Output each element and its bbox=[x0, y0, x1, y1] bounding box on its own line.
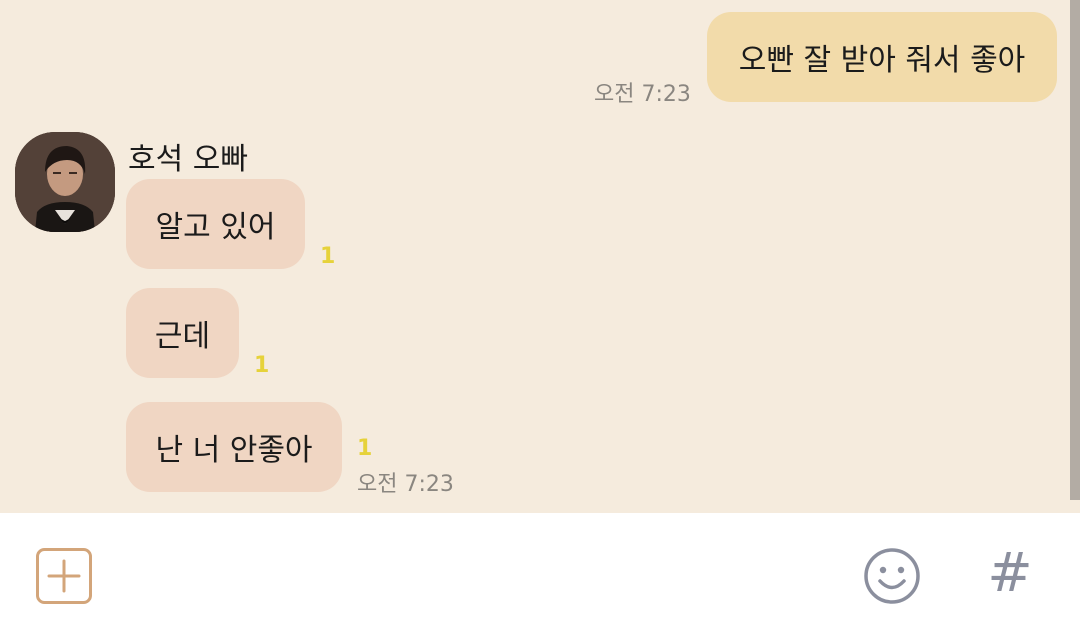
message-timestamp: 오전 7:23 bbox=[357, 472, 454, 497]
message-text: 알고 있어 bbox=[155, 210, 276, 245]
received-message-bubble[interactable]: 근데 bbox=[126, 288, 239, 378]
message-text: 오빤 잘 받아 줘서 좋아 bbox=[738, 43, 1026, 78]
sent-message-bubble[interactable]: 오빤 잘 받아 줘서 좋아 bbox=[707, 12, 1057, 102]
scrollbar[interactable] bbox=[1070, 0, 1080, 500]
emoji-button[interactable] bbox=[862, 546, 922, 606]
unread-count: 1 bbox=[254, 353, 270, 378]
unread-count: 1 bbox=[357, 436, 373, 461]
chat-area[interactable]: 오빤 잘 받아 줘서 좋아 오전 7:23 호석 오빠 알고 있어 1 근데 1… bbox=[0, 0, 1080, 513]
attach-button[interactable] bbox=[36, 548, 92, 604]
sender-name: 호석 오빠 bbox=[128, 142, 248, 177]
received-message-bubble[interactable]: 난 너 안좋아 bbox=[126, 402, 342, 492]
emoji-smile-icon bbox=[864, 548, 920, 604]
avatar[interactable] bbox=[15, 132, 115, 232]
hashtag-icon: # bbox=[987, 541, 1033, 604]
input-bar: # bbox=[0, 513, 1080, 635]
received-message-bubble[interactable]: 알고 있어 bbox=[126, 179, 305, 269]
plus-square-icon bbox=[36, 548, 92, 604]
unread-count: 1 bbox=[320, 244, 336, 269]
message-text: 난 너 안좋아 bbox=[155, 433, 313, 468]
hashtag-button[interactable]: # bbox=[982, 543, 1038, 603]
message-timestamp: 오전 7:23 bbox=[594, 82, 691, 107]
profile-photo bbox=[15, 132, 115, 232]
message-text: 근데 bbox=[154, 319, 211, 354]
